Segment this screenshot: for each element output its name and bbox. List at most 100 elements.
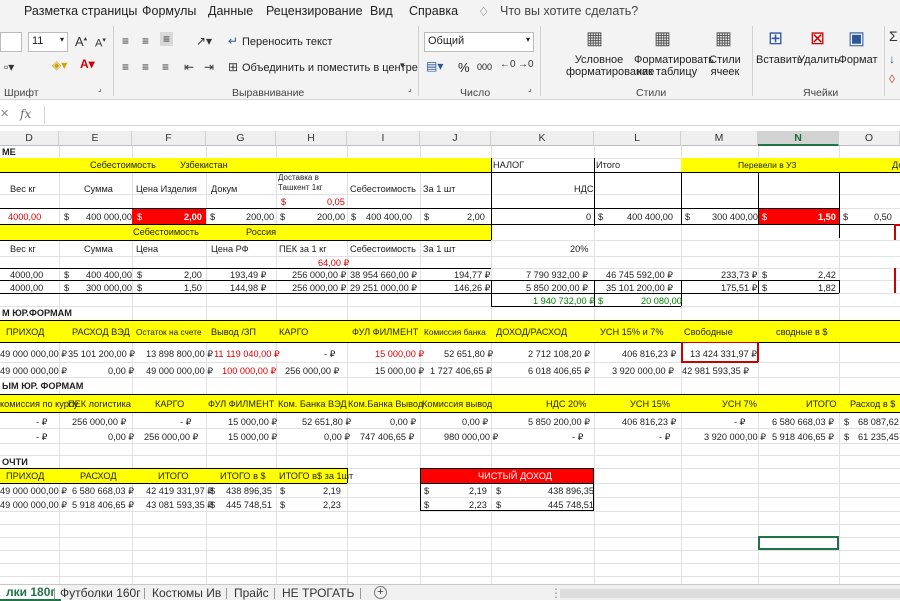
cell-per-unit-ru-2[interactable]: 146,26 ₽: [454, 282, 491, 294]
column-header-d[interactable]: D: [0, 131, 59, 146]
horizontal-scrollbar[interactable]: [560, 589, 900, 598]
cell-fulfillment-1[interactable]: 15 000,00 ₽: [375, 348, 424, 360]
format-as-table-button[interactable]: Форматировать как таблицу: [634, 54, 714, 78]
cell-usn-7-1[interactable]: - ₽: [734, 416, 745, 428]
cell-vat-20-label[interactable]: НДС 20%: [546, 398, 586, 410]
conditional-format-button[interactable]: Условное форматирование: [566, 54, 654, 78]
cell-transferred-uz[interactable]: 300 400,00: [712, 211, 758, 223]
cell-total-ru-2[interactable]: 35 101 200,00 ₽: [606, 282, 673, 294]
cell-bank-fee-label[interactable]: Комиссия банка: [424, 326, 486, 338]
menu-formulas[interactable]: Формулы: [142, 4, 196, 18]
chevron-down-icon[interactable]: ▾: [400, 60, 405, 71]
cell-vat-ru-2[interactable]: 5 850 200,00 ₽: [526, 282, 588, 294]
cell-cost-ru-2[interactable]: 29 251 000,00 ₽: [350, 282, 417, 294]
cell-usn-7-2[interactable]: 3 920 000,00 ₽: [704, 431, 766, 443]
font-name-dropdown[interactable]: [0, 32, 22, 52]
cell-delivery-uz[interactable]: 200,00: [317, 211, 345, 223]
cell-net-total-1[interactable]: 438 896,35: [548, 485, 594, 497]
cell-income-label[interactable]: ПРИХОД: [6, 326, 44, 338]
cell-withdraw-fee-2[interactable]: 980 000,00 ₽: [444, 431, 498, 443]
cell-cargo-b2[interactable]: 256 000,00 ₽: [144, 431, 198, 443]
align-center-icon[interactable]: ≡: [142, 60, 149, 74]
cell-total-usd-2[interactable]: 445 748,51: [226, 499, 272, 511]
cell-balance-label[interactable]: Остаток на счете: [136, 326, 202, 338]
cell-usn-15-label[interactable]: УСН 15%: [630, 398, 670, 410]
cell-ved-expense-1[interactable]: 35 101 200,00 ₽: [68, 348, 135, 360]
cell-pek-rate[interactable]: 64,00 ₽: [318, 257, 349, 269]
cell-income-label-s[interactable]: ПРИХОД: [6, 470, 44, 482]
cell-free-2[interactable]: 42 981 593,35 ₽: [682, 365, 749, 377]
merge-center-button[interactable]: Объединить и поместить в центре: [242, 62, 418, 74]
comma-style-button[interactable]: 000: [477, 62, 492, 72]
cell-per-unit-label-ru[interactable]: За 1 шт: [423, 243, 455, 255]
cell-pek-2[interactable]: 256 000,00 ₽: [292, 282, 346, 294]
column-header-n[interactable]: N: [758, 131, 839, 146]
cell-rate-ru-2[interactable]: 1,82: [818, 282, 836, 294]
cell-weight-ru-2[interactable]: 4000,00: [10, 282, 43, 294]
cell-usn-2[interactable]: 3 920 000,00 ₽: [612, 365, 674, 377]
cell-total-1[interactable]: 6 580 668,03 ₽: [772, 416, 834, 428]
cell-section-legal-2[interactable]: ЫМ ЮР. ФОРМАМ: [2, 380, 83, 392]
column-header-e[interactable]: E: [59, 131, 132, 146]
formula-input[interactable]: [44, 106, 900, 124]
orientation-icon[interactable]: ↗▾: [196, 34, 212, 48]
cell-price-label-ru[interactable]: Цена: [136, 243, 158, 255]
cell-free-1[interactable]: 13 424 331,97 ₽: [690, 348, 757, 360]
cell-sum-uz[interactable]: 400 000,00: [86, 211, 132, 223]
column-header-k[interactable]: K: [491, 131, 594, 146]
cell-fx-fee-2[interactable]: - ₽: [36, 431, 47, 443]
cell-price-rf-label[interactable]: Цена РФ: [211, 243, 249, 255]
align-left-icon[interactable]: ≡: [122, 60, 129, 74]
cell-income-1[interactable]: 49 000 000,00 ₽: [0, 348, 67, 360]
cell-income-expense-label[interactable]: ДОХОД/РАСХОД: [496, 326, 567, 338]
dialog-launcher-icon[interactable]: ⌟: [98, 84, 102, 93]
cell-income-expense-1[interactable]: 2 712 108,20 ₽: [528, 348, 590, 360]
column-header-f[interactable]: F: [132, 131, 206, 146]
column-header-o[interactable]: O: [839, 131, 900, 146]
menu-review[interactable]: Рецензирование: [266, 4, 363, 18]
column-header-h[interactable]: H: [276, 131, 347, 146]
cell-total-label[interactable]: ИТОГО: [806, 398, 837, 410]
cell-total-usd-1[interactable]: 438 896,35: [226, 485, 272, 497]
font-color-icon[interactable]: A▾: [80, 57, 95, 71]
cell-header-uzbekistan[interactable]: Узбекистан: [180, 159, 228, 171]
cell-ved-expense-label[interactable]: РАСХОД ВЭД: [72, 326, 130, 338]
cell-bank-fee-1[interactable]: 52 651,80 ₽: [444, 348, 493, 360]
cell-fulfillment-label[interactable]: ФУЛ ФИЛМЕНТ: [352, 326, 418, 338]
cell-per-unit-label[interactable]: За 1 шт: [423, 183, 455, 195]
cell-header-tax[interactable]: НАЛОГ: [493, 159, 524, 171]
percent-button[interactable]: %: [458, 60, 470, 75]
cell-item-price-uz[interactable]: 2,00: [184, 211, 202, 223]
tell-me-search[interactable]: Что вы хотите сделать?: [500, 4, 638, 18]
number-format-dropdown[interactable]: Общий ▾: [424, 32, 534, 52]
cell-price-ru-1[interactable]: 2,00: [184, 269, 202, 281]
cell-bank-ved-2[interactable]: 0,00 ₽: [324, 431, 350, 443]
cell-header-cost-ru[interactable]: Себестоимость: [133, 226, 199, 238]
cell-net-total-2[interactable]: 445 748,51: [548, 499, 594, 511]
cell-total-usd-label[interactable]: ИТОГО в $: [220, 470, 266, 482]
align-top-icon[interactable]: ≡: [122, 34, 129, 48]
cell-pek-logistics-label[interactable]: ПЕК логистика: [68, 398, 131, 410]
tab-tshirts-160[interactable]: Футболки 160г: [60, 586, 141, 600]
shrink-font-icon[interactable]: A▾: [95, 36, 106, 50]
border-icon[interactable]: ▫▾: [4, 60, 14, 74]
cell-bank-withdraw-1[interactable]: 0,00 ₽: [390, 416, 416, 428]
cell-styles-button[interactable]: Стили ячеек: [700, 54, 750, 78]
cell-pek-label[interactable]: ПЕК за 1 кг: [279, 243, 327, 255]
merge-icon[interactable]: ⊞: [228, 60, 238, 74]
cell-total-2[interactable]: 5 918 406,65 ₽: [772, 431, 834, 443]
cell-pek-1[interactable]: 256 000,00 ₽: [292, 269, 346, 281]
cell-vat-20-1[interactable]: 5 850 200,00 ₽: [528, 416, 590, 428]
cell-total-usd-unit-label[interactable]: ИТОГО в$ за 1шт: [279, 470, 353, 482]
cell-cost-label-ru[interactable]: Себестоимость: [350, 243, 416, 255]
cell-transferred-ru-2[interactable]: 175,51 ₽: [721, 282, 758, 294]
grow-font-icon[interactable]: A▴: [75, 34, 87, 49]
column-header-j[interactable]: J: [420, 131, 491, 146]
cell-rate-uz[interactable]: 1,50: [818, 211, 836, 223]
cell-fx-fee-1[interactable]: - ₽: [36, 416, 47, 428]
cell-bank-ved-1[interactable]: 52 651,80 ₽: [302, 416, 351, 428]
decrease-decimal-icon[interactable]: →0: [518, 59, 534, 70]
cell-total-usd-unit-1[interactable]: 2,19: [323, 485, 341, 497]
cell-expense-usd-label[interactable]: Расход в $: [850, 398, 895, 410]
cell-usn-1[interactable]: 406 816,23 ₽: [622, 348, 676, 360]
